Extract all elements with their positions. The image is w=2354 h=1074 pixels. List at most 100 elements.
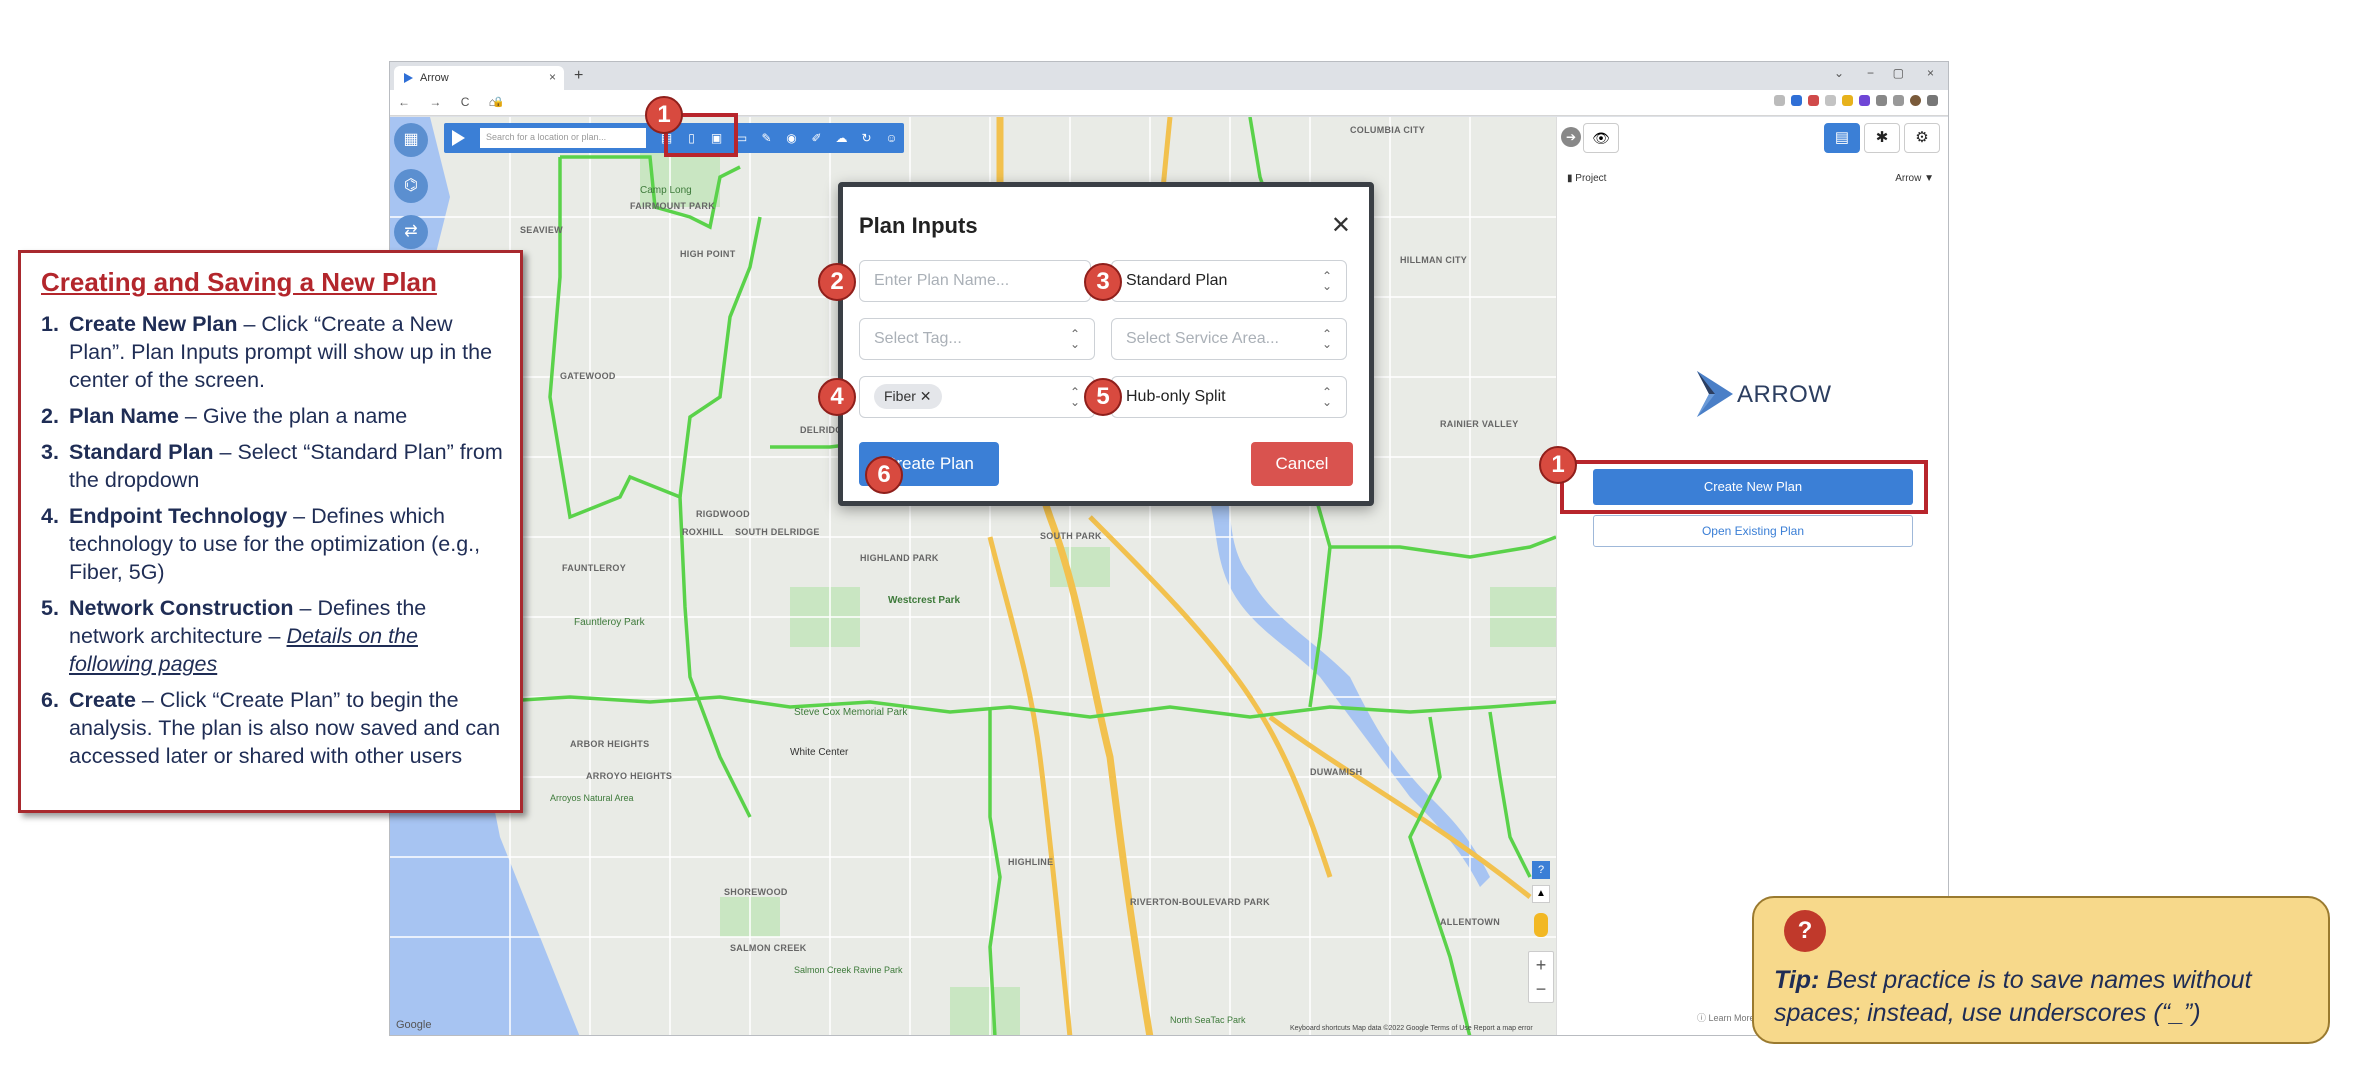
learn-more-link[interactable]: ⓘ Learn More [1697, 1011, 1755, 1024]
plan-name-input[interactable]: Enter Plan Name... [859, 260, 1091, 302]
close-tab-icon[interactable]: × [549, 70, 556, 84]
instructions-list: 1. Create New Plan – Click “Create a New … [41, 310, 504, 770]
highway [1268, 714, 1532, 899]
arrow-favicon-icon [404, 73, 413, 83]
question-icon: ? [1784, 910, 1826, 952]
extension-icon[interactable] [1859, 95, 1870, 106]
arrow-logo-text: ARROW [1737, 381, 1832, 408]
step-heading: Create New Plan [69, 312, 238, 336]
share-icon[interactable] [1774, 95, 1785, 106]
step-badge-1-toolbar: 1 [645, 96, 683, 134]
sidebar-icon[interactable] [1893, 95, 1904, 106]
document-icon[interactable]: ▤ [1824, 123, 1860, 153]
plan-type-value: Standard Plan [1126, 272, 1228, 289]
tag-placeholder: Select Tag... [874, 330, 962, 347]
hierarchy-icon[interactable]: ⌬ [394, 169, 428, 203]
tab-strip: Arrow × + ⌄ − ▢ × [390, 62, 1948, 90]
bug-icon[interactable]: ✱ [1864, 123, 1900, 153]
plan-inputs-modal: Plan Inputs ✕ Enter Plan Name... Standar… [838, 182, 1374, 506]
step-badge-5: 5 [1084, 378, 1122, 416]
location-search-input[interactable]: Search for a location or plan... [480, 128, 646, 148]
step-heading: Endpoint Technology [69, 504, 288, 528]
tip-text: Tip: Best practice is to save names with… [1774, 964, 2314, 1030]
maximize-button[interactable]: ▢ [1893, 66, 1904, 80]
map-label: Camp Long [640, 185, 692, 196]
buildings-icon[interactable]: ▦ [394, 123, 428, 157]
map-attribution[interactable]: Keyboard shortcuts Map data ©2022 Google… [1290, 1025, 1533, 1032]
eye-icon[interactable]: 👁 [1583, 123, 1619, 153]
cancel-button[interactable]: Cancel [1251, 442, 1353, 486]
layers-icon[interactable]: ▲ [1532, 885, 1550, 903]
collapse-arrow-icon[interactable]: ➔ [1561, 127, 1581, 147]
map-label: COLUMBIA CITY [1350, 125, 1426, 135]
gear-icon[interactable]: ⚙ [1904, 123, 1940, 153]
instructions-title: Creating and Saving a New Plan [41, 267, 437, 297]
step-number: 4. [41, 504, 59, 528]
sidebar-tools: ▤ ✱ ⚙ [1824, 123, 1940, 153]
map-label: RIVERTON-BOULEVARD PARK [1130, 897, 1270, 907]
chevron-updown-icon: ⌃ ⌄ [1321, 327, 1332, 351]
menu-icon[interactable] [1927, 95, 1938, 106]
chevron-updown-icon: ⌃ ⌄ [1069, 385, 1080, 409]
refresh-icon[interactable]: ↻ [854, 123, 879, 153]
step-badge-3: 3 [1084, 263, 1122, 301]
pegman-icon[interactable] [1534, 913, 1548, 937]
open-existing-plan-button[interactable]: Open Existing Plan [1593, 515, 1913, 547]
service-area-placeholder: Select Service Area... [1126, 330, 1279, 347]
chevron-updown-icon: ⌃ ⌄ [1321, 385, 1332, 409]
map-label: FAIRMOUNT PARK [630, 201, 716, 211]
map-label: SOUTH DELRIDGE [735, 527, 820, 537]
plan-type-select[interactable]: Standard Plan ⌃ ⌄ [1111, 260, 1347, 302]
ruler-icon[interactable]: ✎ [754, 123, 779, 153]
park-area [950, 987, 1020, 1035]
lock-icon: 🔒 [492, 97, 505, 108]
profile-avatar[interactable] [1910, 95, 1921, 106]
slide: Arrow × + ⌄ − ▢ × ← → C ⌂ 🔒 ▦ ⌬ ⇄ Search… [0, 0, 2354, 1074]
forward-icon[interactable]: → [429, 95, 449, 109]
step-number: 1. [41, 312, 59, 336]
close-window-button[interactable]: × [1927, 66, 1934, 80]
map-label: HIGHLAND PARK [860, 553, 939, 563]
puzzle-icon[interactable] [1876, 95, 1887, 106]
project-dropdown[interactable]: Arrow ▼ [1895, 173, 1934, 184]
step-heading: Create [69, 688, 136, 712]
instruction-step: 5. Network Construction – Defines the net… [41, 594, 504, 678]
map-label: North SeaTac Park [1170, 1015, 1246, 1025]
users-icon[interactable]: ☺ [879, 123, 904, 153]
map-label: GATEWOOD [560, 371, 616, 381]
map-label: SOUTH PARK [1040, 531, 1102, 541]
new-tab-button[interactable]: + [574, 67, 583, 85]
extension-icon[interactable] [1825, 95, 1836, 106]
technology-select[interactable]: Fiber ✕ ⌃ ⌄ [859, 376, 1095, 418]
pocket-icon[interactable] [1808, 95, 1819, 106]
tab-search-icon[interactable]: ⌄ [1834, 66, 1844, 80]
map-label: SEAVIEW [520, 225, 563, 235]
map-label: RIGDWOOD [696, 509, 750, 519]
view-icon[interactable]: ◉ [779, 123, 804, 153]
technology-chip[interactable]: Fiber ✕ [874, 384, 942, 409]
construction-select[interactable]: Hub-only Split ⌃ ⌄ [1111, 376, 1347, 418]
service-area-select[interactable]: Select Service Area... ⌃ ⌄ [1111, 318, 1347, 360]
tab-title: Arrow [420, 72, 449, 84]
tag-select[interactable]: Select Tag... ⌃ ⌄ [859, 318, 1095, 360]
edit-icon[interactable]: ✐ [804, 123, 829, 153]
zoom-out-button[interactable]: − [1529, 978, 1553, 1002]
minimize-button[interactable]: − [1867, 66, 1874, 80]
arrow-logo-icon[interactable] [452, 130, 465, 146]
back-icon[interactable]: ← [398, 95, 418, 109]
browser-tab[interactable]: Arrow × [394, 66, 564, 90]
extension-icon[interactable] [1842, 95, 1853, 106]
help-icon[interactable]: ? [1532, 861, 1550, 879]
cloud-icon[interactable]: ☁ [829, 123, 854, 153]
extension-icons [1774, 95, 1938, 106]
zoom-in-button[interactable]: + [1529, 952, 1553, 978]
close-icon[interactable]: ✕ [1331, 211, 1351, 240]
remove-chip-icon[interactable]: ✕ [920, 388, 932, 404]
step-text: – Give the plan a name [178, 404, 408, 428]
network-icon[interactable]: ⇄ [394, 215, 428, 249]
reload-icon[interactable]: C [461, 95, 478, 109]
project-value: Arrow [1895, 173, 1922, 184]
modal-title: Plan Inputs [859, 213, 978, 238]
star-icon[interactable] [1791, 95, 1802, 106]
map-label: Salmon Creek Ravine Park [794, 965, 903, 975]
